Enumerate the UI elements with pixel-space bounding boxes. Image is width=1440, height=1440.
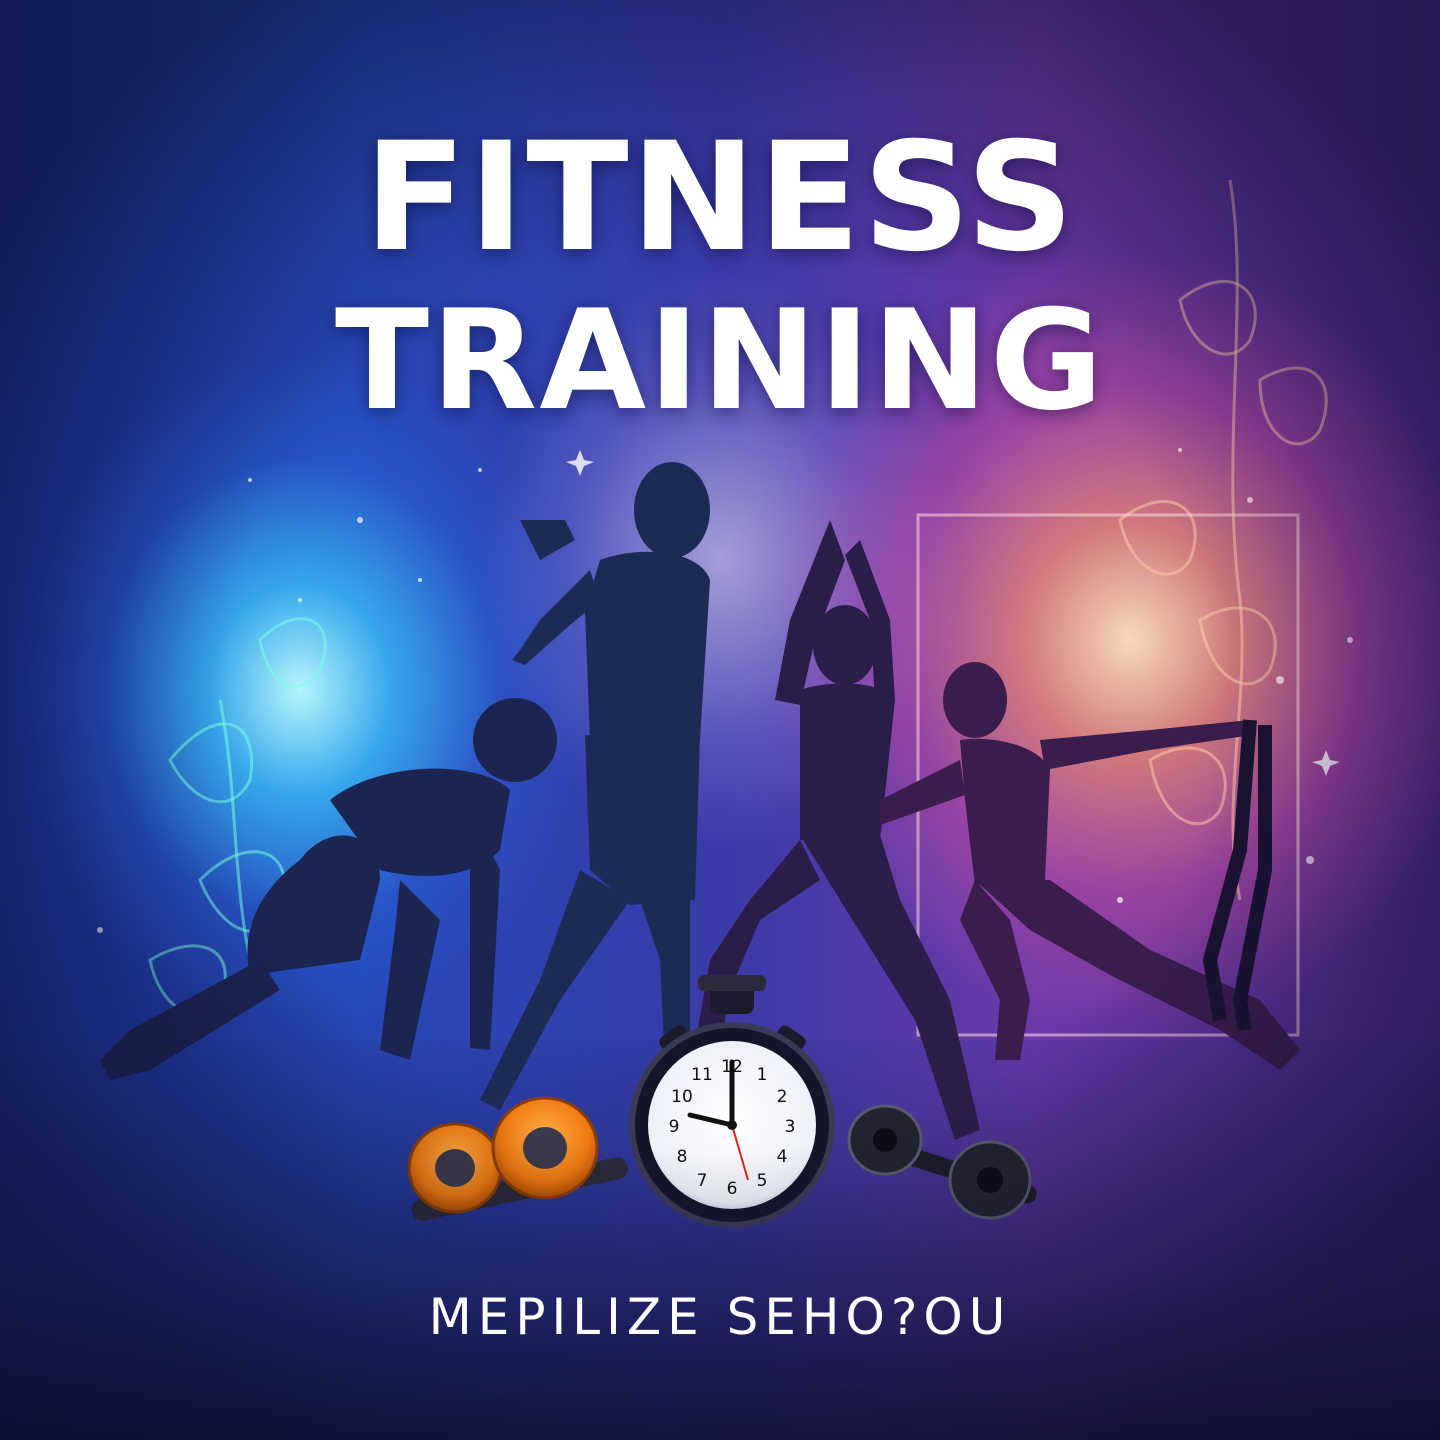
title-line-1: FITNESS — [364, 111, 1076, 285]
brand-name: MEPILIZE SEHO?OU — [428, 1288, 1012, 1346]
title-line-2: TRAINING — [334, 280, 1106, 441]
fitness-poster: 12 1 2 3 4 5 6 7 8 9 10 11 FITNESS TRAIN… — [0, 0, 1440, 1440]
